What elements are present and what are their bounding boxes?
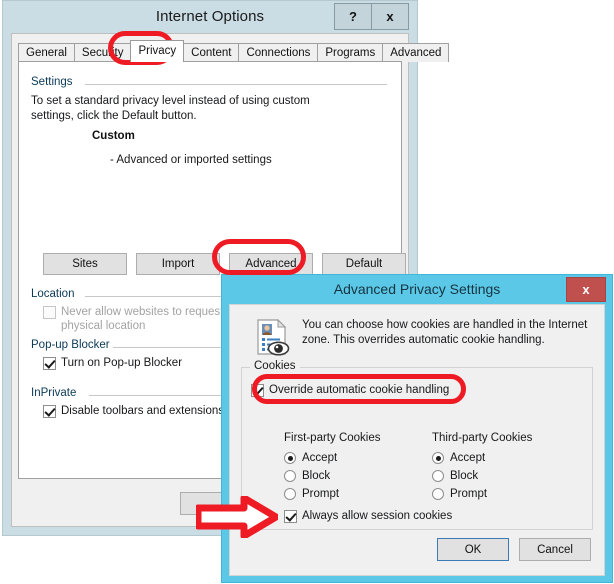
third-party-block-radio[interactable] — [432, 470, 444, 482]
location-group-label: Location — [31, 288, 81, 300]
popup-blocker-checkbox[interactable] — [43, 357, 56, 370]
first-party-cookies-heading: First-party Cookies — [284, 432, 381, 444]
third-party-block-row[interactable]: Block — [432, 470, 478, 482]
third-party-accept-radio[interactable] — [432, 452, 444, 464]
advanced-button[interactable]: Advanced — [229, 253, 313, 275]
sites-button[interactable]: Sites — [43, 253, 127, 275]
tab-connections[interactable]: Connections — [238, 43, 319, 62]
third-party-prompt-radio[interactable] — [432, 488, 444, 500]
close-button[interactable]: x — [371, 3, 409, 30]
first-party-block-label: Block — [302, 470, 331, 482]
privacy-buttons-row: Sites Import Advanced Default — [43, 253, 406, 275]
privacy-document-eye-icon — [252, 317, 292, 357]
window-system-buttons: ? x — [334, 3, 409, 30]
always-allow-session-cookies-row[interactable]: Always allow session cookies — [284, 509, 452, 523]
settings-group-label: Settings — [31, 76, 79, 88]
third-party-accept-row[interactable]: Accept — [432, 452, 485, 464]
settings-group-divider — [85, 84, 387, 85]
first-party-accept-row[interactable]: Accept — [284, 452, 337, 464]
first-party-prompt-label: Prompt — [302, 488, 340, 500]
tab-content[interactable]: Content — [183, 43, 240, 62]
screen: Internet Options ? x General Security Pr… — [0, 0, 614, 584]
privacy-level-detail: - Advanced or imported settings — [110, 154, 272, 166]
override-cookie-handling-label: Override automatic cookie handling — [269, 384, 450, 396]
first-party-block-radio[interactable] — [284, 470, 296, 482]
tab-advanced[interactable]: Advanced — [382, 43, 450, 62]
cancel-button[interactable]: Cancel — [519, 538, 591, 561]
privacy-level-name: Custom — [92, 130, 135, 142]
tabstrip: General Security Privacy Content Connect… — [18, 40, 450, 62]
aps-close-button[interactable]: x — [566, 277, 606, 302]
aps-description: You can choose how cookies are handled i… — [302, 319, 588, 346]
first-party-block-row[interactable]: Block — [284, 470, 330, 482]
first-party-accept-label: Accept — [302, 452, 338, 464]
aps-body: You can choose how cookies are handled i… — [229, 304, 605, 576]
first-party-prompt-radio[interactable] — [284, 488, 296, 500]
inprivate-group-label: InPrivate — [31, 387, 83, 399]
aps-titlebar: Advanced Privacy Settings x — [222, 275, 612, 303]
window-title: Internet Options — [155, 7, 265, 25]
privacy-level-description: To set a standard privacy level instead … — [31, 95, 310, 122]
third-party-accept-label: Accept — [450, 452, 486, 464]
import-button[interactable]: Import — [136, 253, 220, 275]
popup-blocker-group-label: Pop-up Blocker — [31, 339, 116, 351]
first-party-prompt-row[interactable]: Prompt — [284, 488, 339, 500]
override-cookie-handling-row[interactable]: Override automatic cookie handling — [251, 383, 449, 397]
tab-security[interactable]: Security — [73, 43, 132, 62]
third-party-prompt-row[interactable]: Prompt — [432, 488, 487, 500]
third-party-cookies-heading: Third-party Cookies — [432, 432, 533, 444]
help-button[interactable]: ? — [334, 3, 372, 30]
third-party-block-label: Block — [450, 470, 479, 482]
advanced-privacy-settings-dialog: Advanced Privacy Settings x You can choo… — [221, 274, 613, 583]
internet-options-titlebar: Internet Options ? x — [3, 1, 417, 31]
override-cookie-handling-checkbox[interactable] — [251, 384, 264, 397]
cookies-fieldset: Cookies Override automatic cookie handli… — [241, 360, 593, 530]
popup-blocker-checkbox-label: Turn on Pop-up Blocker — [61, 357, 183, 369]
tab-privacy[interactable]: Privacy — [130, 40, 185, 62]
always-allow-session-cookies-checkbox[interactable] — [284, 510, 297, 523]
ok-button[interactable]: OK — [437, 538, 509, 561]
aps-title: Advanced Privacy Settings — [333, 281, 501, 297]
inprivate-checkbox[interactable] — [43, 405, 56, 418]
location-checkbox[interactable] — [43, 306, 56, 319]
tab-general[interactable]: General — [18, 43, 75, 62]
tab-programs[interactable]: Programs — [317, 43, 384, 62]
always-allow-session-cookies-label: Always allow session cookies — [302, 510, 453, 522]
third-party-prompt-label: Prompt — [450, 488, 488, 500]
aps-button-row: OK Cancel — [437, 538, 591, 561]
popup-blocker-checkbox-row[interactable]: Turn on Pop-up Blocker — [43, 356, 182, 370]
first-party-accept-radio[interactable] — [284, 452, 296, 464]
default-button[interactable]: Default — [322, 253, 406, 275]
cookies-fieldset-legend: Cookies — [250, 360, 300, 372]
